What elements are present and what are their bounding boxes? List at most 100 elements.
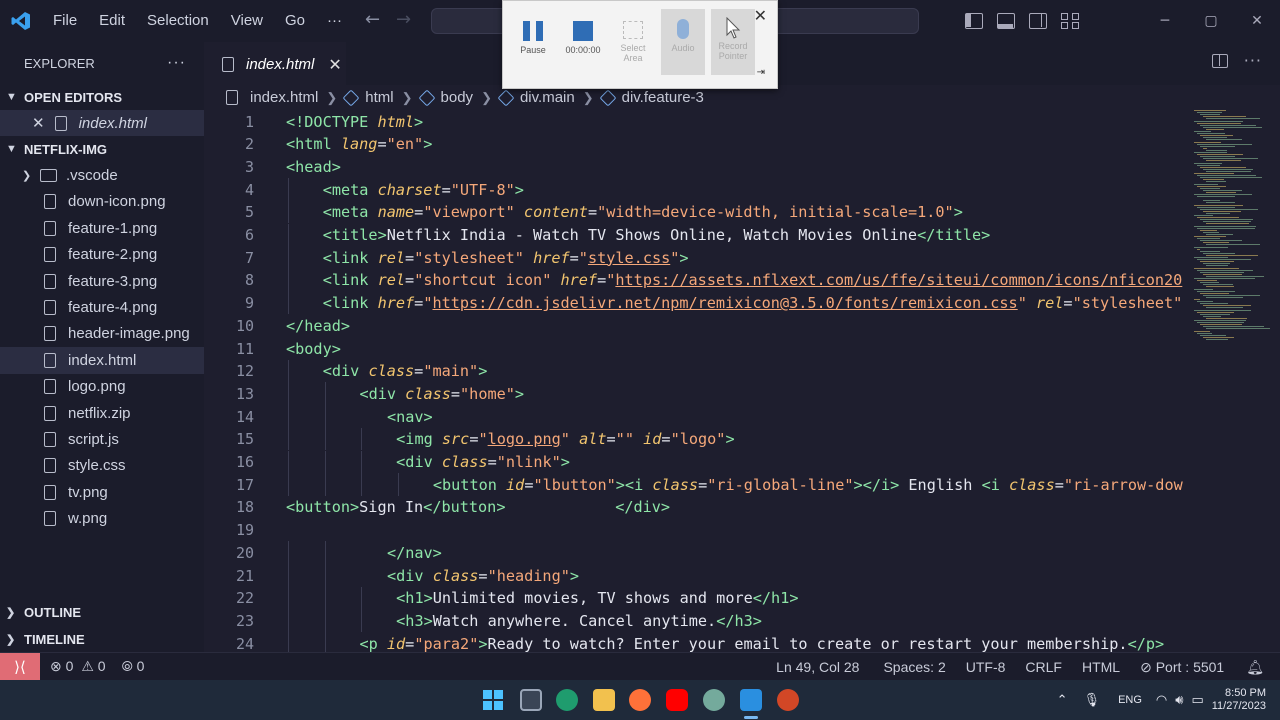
code-line[interactable]: 9 <link href="https://cdn.jsdelivr.net/np… xyxy=(204,292,1204,315)
breadcrumb-html[interactable]: html ❯ xyxy=(342,89,420,106)
toggle-primary-sidebar-icon[interactable] xyxy=(965,13,983,29)
code-line[interactable]: 6 <title>Netflix India - Watch TV Shows O… xyxy=(204,224,1204,247)
tree-file[interactable]: header-image.png xyxy=(0,321,204,347)
tree-file[interactable]: index.html xyxy=(0,347,204,374)
tree-file[interactable]: feature-1.png xyxy=(0,215,204,241)
close-recorder-icon[interactable]: ✕ xyxy=(754,6,767,25)
code-line[interactable]: 3 <head> xyxy=(204,155,1204,178)
breadcrumb-body[interactable]: body ❯ xyxy=(418,89,500,106)
code-line[interactable]: 15 <img src="logo.png" alt="" id="logo"> xyxy=(204,428,1204,451)
wifi-icon[interactable]: ◠ xyxy=(1152,692,1171,708)
maximize-icon[interactable]: ▢ xyxy=(1188,13,1234,29)
forward-arrow-icon[interactable]: → xyxy=(396,9,411,30)
code-line[interactable]: 11 <body> xyxy=(204,337,1204,360)
tree-file[interactable]: feature-3.png xyxy=(0,268,204,294)
menu-file[interactable]: File xyxy=(42,0,88,42)
microphone-tray-icon[interactable]: 🎙︎ xyxy=(1076,692,1109,708)
tree-file[interactable]: netflix.zip xyxy=(0,400,204,426)
back-arrow-icon[interactable]: ← xyxy=(365,9,380,30)
cursor-position[interactable]: Ln 49, Col 28 xyxy=(768,659,875,675)
record-pointer-button[interactable]: Record Pointer xyxy=(711,9,755,75)
file-explorer-icon[interactable] xyxy=(593,689,615,711)
code-line[interactable]: 18 <button>Sign In</button> </div> xyxy=(204,496,1204,519)
menu-more[interactable]: ··· xyxy=(316,0,353,42)
code-line[interactable]: 19 xyxy=(204,519,1204,542)
close-editor-icon[interactable]: ✕ xyxy=(32,114,45,132)
menu-go[interactable]: Go xyxy=(274,0,316,42)
live-server-port[interactable]: ⊘ Port : 5501 xyxy=(1132,659,1238,676)
timeline-header[interactable]: ❯ TIMELINE xyxy=(0,626,204,652)
code-editor[interactable]: 1 <!DOCTYPE html> 2 <html lang="en"> 3 <head>… xyxy=(204,110,1280,652)
tree-file[interactable]: tv.png xyxy=(0,479,204,505)
edge-browser-icon[interactable] xyxy=(556,689,578,711)
line-ending[interactable]: CRLF xyxy=(1017,659,1074,675)
code-line[interactable]: 12 <div class="main"> xyxy=(204,360,1204,383)
powerpoint-icon[interactable] xyxy=(777,689,799,711)
tree-file[interactable]: script.js xyxy=(0,426,204,452)
more-actions-icon[interactable]: ··· xyxy=(1244,53,1262,69)
code-line[interactable]: 5 <meta name="viewport" content="width=de… xyxy=(204,201,1204,224)
indentation[interactable]: Spaces: 2 xyxy=(875,659,957,675)
language-mode[interactable]: HTML xyxy=(1074,659,1132,675)
code-line[interactable]: 20 </nav> xyxy=(204,541,1204,564)
breadcrumb-div-feature-3[interactable]: div.feature-3 xyxy=(599,89,704,106)
vscode-taskbar-icon[interactable] xyxy=(740,689,762,711)
tree-file[interactable]: w.png xyxy=(0,505,204,531)
youtube-icon[interactable] xyxy=(666,689,688,711)
close-tab-icon[interactable]: ✕ xyxy=(328,55,341,74)
firefox-icon[interactable] xyxy=(629,689,651,711)
code-line[interactable]: 16 <div class="nlink"> xyxy=(204,451,1204,474)
code-line[interactable]: 22 <h1>Unlimited movies, TV shows and mor… xyxy=(204,587,1204,610)
tree-file[interactable]: logo.png xyxy=(0,374,204,400)
code-line[interactable]: 7 <link rel="stylesheet" href="style.css"… xyxy=(204,246,1204,269)
menu-edit[interactable]: Edit xyxy=(88,0,136,42)
code-line[interactable]: 4 <meta charset="UTF-8"> xyxy=(204,178,1204,201)
windows-start-icon[interactable] xyxy=(482,689,504,711)
tree-file[interactable]: down-icon.png xyxy=(0,189,204,215)
code-line[interactable]: 23 <h3>Watch anywhere. Cancel anytime.</h… xyxy=(204,609,1204,632)
breadcrumb-file[interactable]: index.html ❯ xyxy=(226,89,345,106)
explorer-more-icon[interactable]: ··· xyxy=(167,54,186,72)
close-window-icon[interactable]: ✕ xyxy=(1234,13,1280,29)
pin-icon[interactable]: ⇥ xyxy=(757,67,765,78)
notifications-icon[interactable]: 🔔︎ xyxy=(1238,659,1280,676)
tree-file[interactable]: feature-2.png xyxy=(0,242,204,268)
code-line[interactable]: 1 <!DOCTYPE html> xyxy=(204,110,1204,133)
audio-button[interactable]: Audio xyxy=(661,9,705,75)
remote-indicator-icon[interactable]: ⟩⟨ xyxy=(0,652,40,681)
volume-icon[interactable]: 🔊︎ xyxy=(1171,692,1187,708)
stop-button[interactable]: 00:00:00 xyxy=(561,9,605,75)
split-editor-icon[interactable] xyxy=(1211,54,1228,68)
chatgpt-icon[interactable] xyxy=(703,689,725,711)
menu-selection[interactable]: Selection xyxy=(136,0,220,42)
toggle-secondary-sidebar-icon[interactable] xyxy=(1029,13,1047,29)
open-editors-header[interactable]: ▼ OPEN EDITORS xyxy=(0,84,204,110)
code-line[interactable]: 10 </head> xyxy=(204,314,1204,337)
clock[interactable]: 8:50 PM 11/27/2023 xyxy=(1212,687,1280,713)
language-indicator[interactable]: ENG xyxy=(1108,694,1152,706)
task-view-icon[interactable] xyxy=(520,689,542,711)
ports-indicator[interactable]: ⦾ 0 xyxy=(114,658,153,675)
toggle-panel-icon[interactable] xyxy=(997,13,1015,29)
tree-folder[interactable]: ❯ .vscode xyxy=(0,162,204,188)
code-line[interactable]: 13 <div class="home"> xyxy=(204,382,1204,405)
select-area-button[interactable]: Select Area xyxy=(611,9,655,75)
problems-indicator[interactable]: ⊗ 0 ⚠ 0 xyxy=(40,658,114,675)
menu-view[interactable]: View xyxy=(220,0,274,42)
breadcrumb-div-main[interactable]: div.main ❯ xyxy=(497,89,602,106)
code-line[interactable]: 2 <html lang="en"> xyxy=(204,133,1204,156)
minimize-icon[interactable]: ─ xyxy=(1142,13,1188,29)
open-editor-item[interactable]: ✕ index.html xyxy=(0,110,204,137)
code-line[interactable]: 17 <button id="lbutton"><i class="ri-glob… xyxy=(204,473,1204,496)
pause-button[interactable]: Pause xyxy=(511,9,555,75)
code-line[interactable]: 14 <nav> xyxy=(204,405,1204,428)
code-line[interactable]: 21 <div class="heading"> xyxy=(204,564,1204,587)
battery-icon[interactable]: ▭ xyxy=(1187,692,1211,708)
customize-layout-icon[interactable] xyxy=(1061,13,1079,29)
outline-header[interactable]: ❯ OUTLINE xyxy=(0,599,204,625)
tab-index-html[interactable]: index.html ✕ xyxy=(204,42,346,85)
code-line[interactable]: 24 <p id="para2">Ready to watch? Enter yo… xyxy=(204,632,1204,652)
minimap[interactable] xyxy=(1194,110,1270,340)
code-line[interactable]: 8 <link rel="shortcut icon" href="https:/… xyxy=(204,269,1204,292)
tree-file[interactable]: style.css xyxy=(0,453,204,479)
